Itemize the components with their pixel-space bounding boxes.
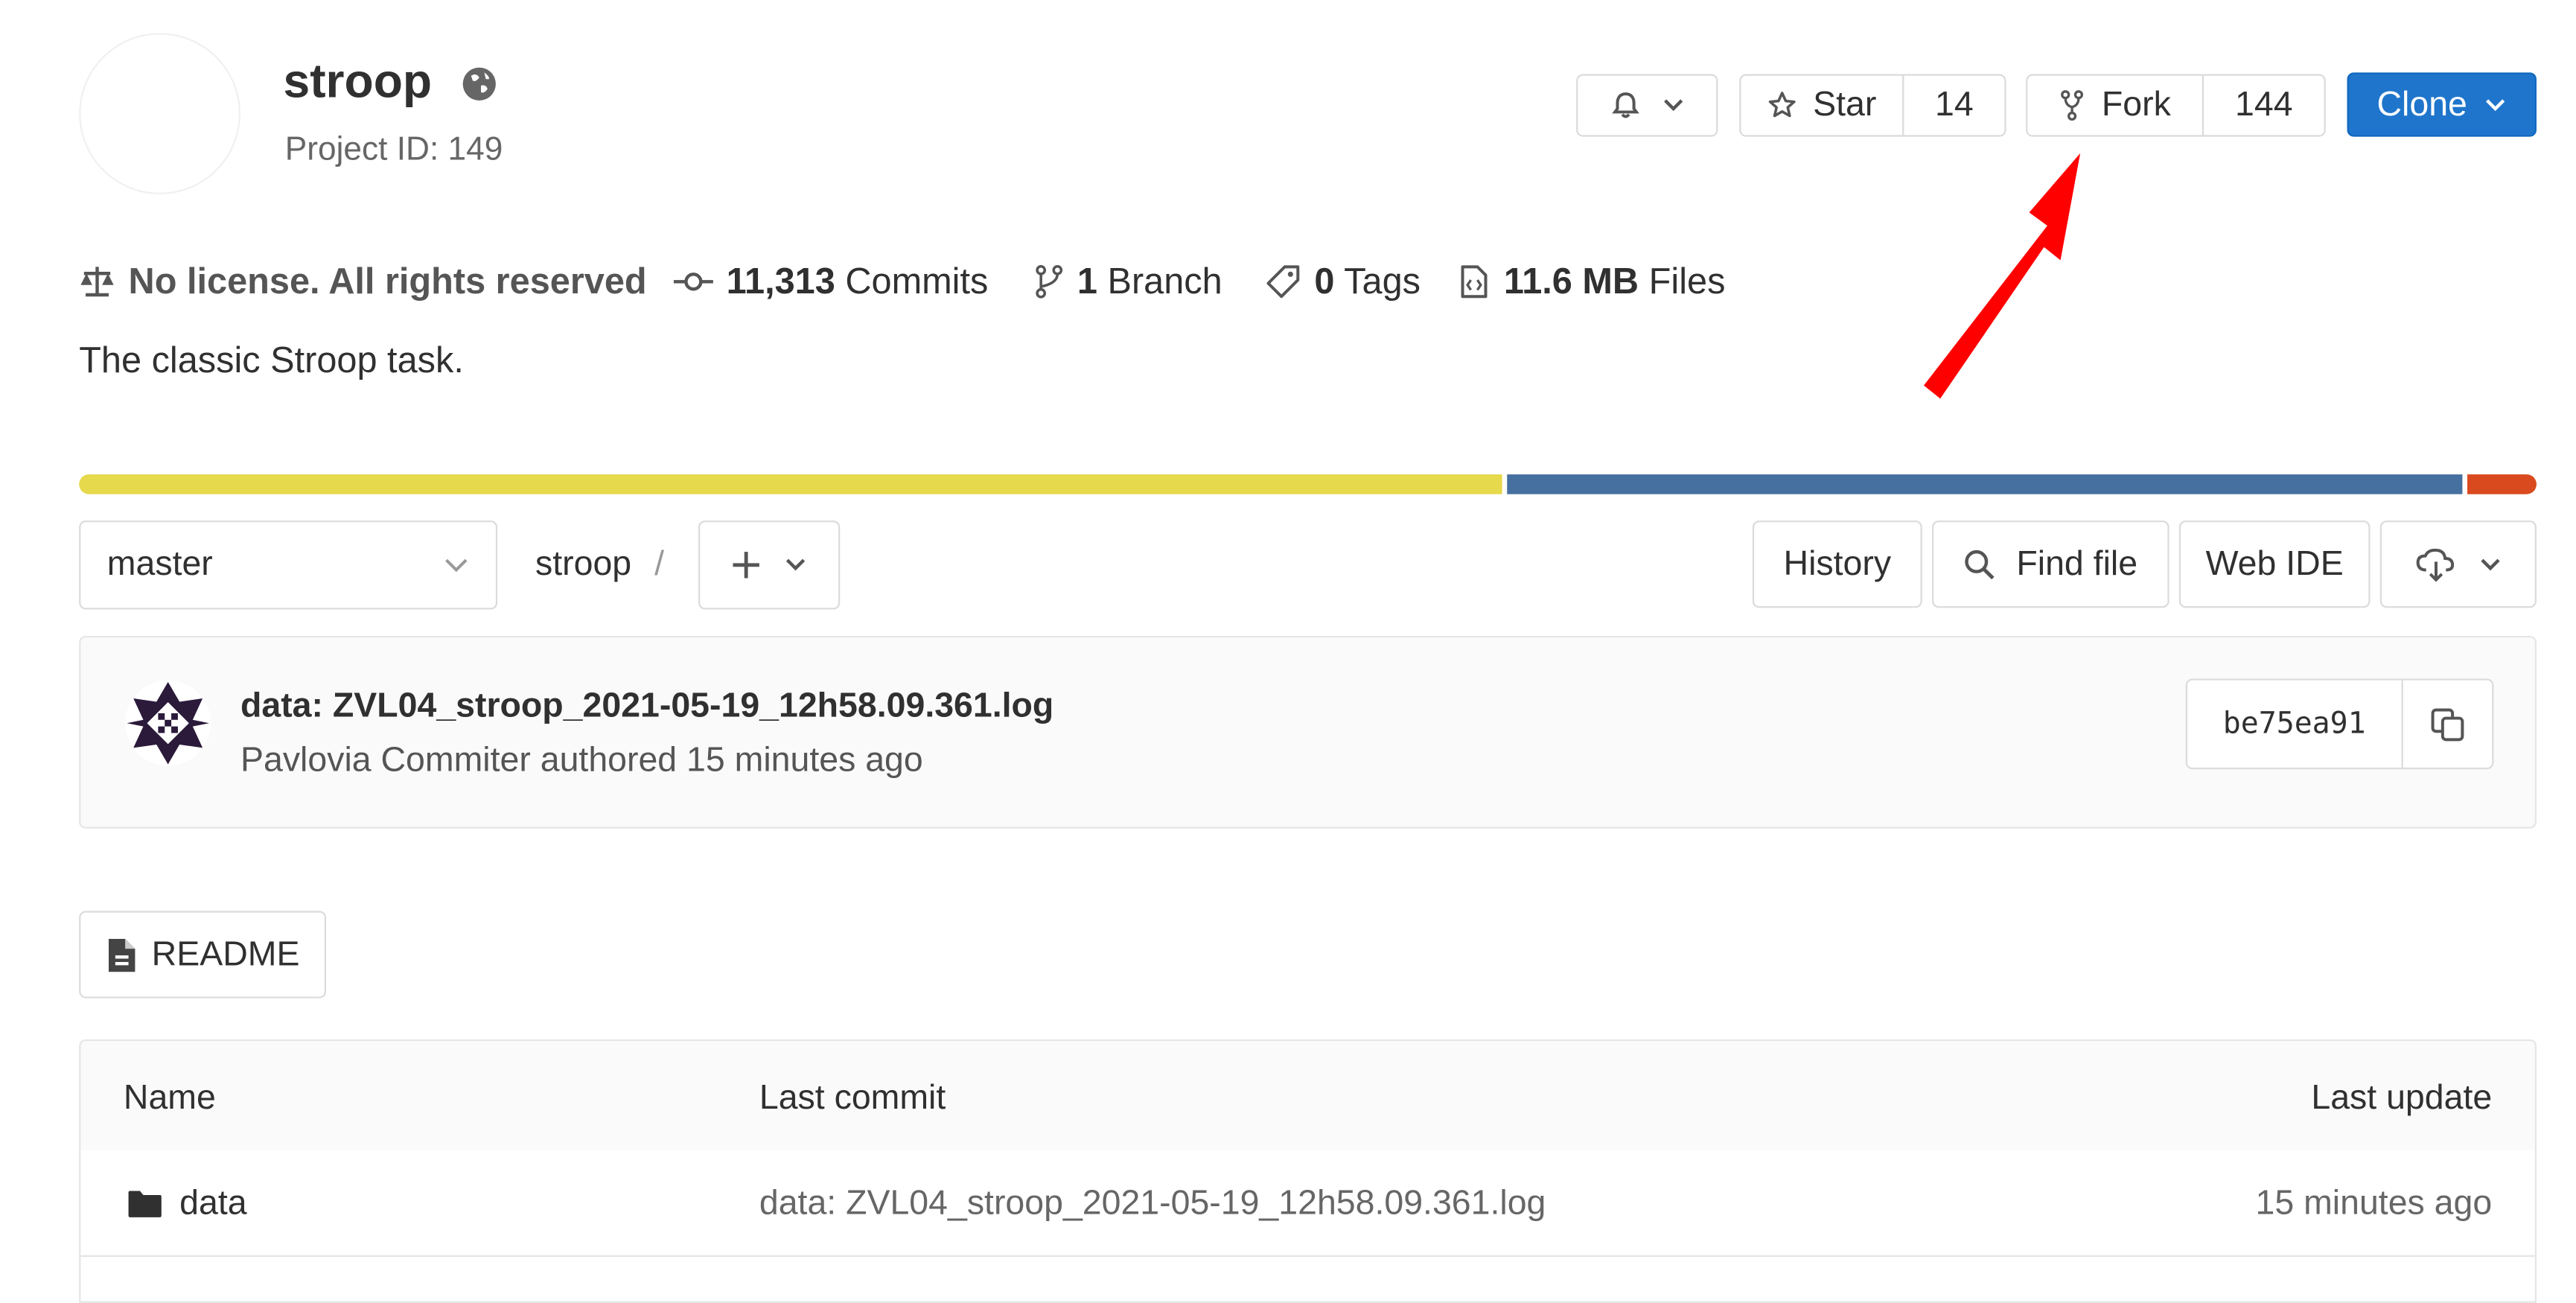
branch-count: 1 (1077, 260, 1097, 302)
globe-icon (462, 65, 498, 101)
chevron-down-icon (2478, 556, 2501, 573)
copy-sha-button[interactable] (2403, 681, 2492, 768)
file-code-icon (1458, 264, 1491, 300)
plus-icon (731, 550, 761, 580)
scale-icon (79, 264, 115, 300)
chevron-down-icon (443, 557, 469, 573)
fork-label: Fork (2101, 86, 2171, 124)
table-header (80, 1041, 2535, 1152)
branch-select[interactable]: master (79, 520, 498, 610)
bell-icon (1609, 89, 1642, 121)
breadcrumb-root[interactable]: stroop (535, 545, 631, 584)
tags-count: 0 (1314, 260, 1335, 302)
files-link[interactable]: 11.6 MB Files (1458, 255, 1726, 308)
find-file-button[interactable]: Find file (1932, 520, 2169, 608)
chevron-down-icon (2484, 96, 2507, 112)
add-to-tree-dropdown[interactable] (698, 520, 841, 610)
branch-label: Branch (1107, 260, 1222, 302)
license-text: No license. All rights reserved (128, 260, 647, 302)
annotation-arrow (1894, 145, 2108, 409)
search-icon (1964, 548, 1997, 581)
license-link[interactable]: No license. All rights reserved (79, 255, 647, 308)
download-dropdown[interactable] (2379, 520, 2537, 608)
branches-link[interactable]: 1 Branch (1034, 255, 1222, 308)
star-icon (1767, 91, 1796, 121)
file-tree-table (79, 1039, 2537, 1303)
clone-label: Clone (2376, 84, 2467, 123)
column-header-last-commit: Last commit (759, 1079, 946, 1117)
branch-select-value: master (106, 545, 213, 584)
last-commit-panel (79, 635, 2537, 829)
notification-dropdown[interactable] (1576, 74, 1718, 137)
tags-link[interactable]: 0 Tags (1265, 255, 1421, 308)
project-description: The classic Stroop task. (79, 339, 464, 381)
column-header-last-update: Last update (2311, 1079, 2493, 1117)
language-segment[interactable] (79, 474, 1502, 494)
commits-label: Commits (845, 260, 989, 302)
fork-count[interactable]: 144 (2202, 74, 2326, 137)
language-segment[interactable] (2467, 474, 2537, 494)
files-size: 11.6 MB (1503, 260, 1639, 302)
project-id: Project ID: 149 (284, 131, 503, 168)
commit-icon (673, 270, 713, 293)
project-title[interactable]: stroop (284, 56, 433, 110)
star-button[interactable]: Star (1739, 74, 1904, 137)
history-button[interactable]: History (1752, 520, 1922, 608)
file-last-commit[interactable]: data: ZVL04_stroop_2021-05-19_12h58.09.3… (759, 1185, 1546, 1224)
commit-author-line: Pavlovia Commiter authored 15 minutes ag… (240, 741, 923, 780)
tag-icon (1265, 264, 1301, 300)
fork-button[interactable]: Fork (2026, 74, 2204, 137)
copy-icon (2429, 706, 2466, 742)
chevron-down-icon (1662, 98, 1685, 114)
commit-author-avatar[interactable] (124, 678, 212, 767)
readme-button[interactable]: README (79, 911, 327, 998)
document-icon (106, 937, 138, 973)
project-avatar (79, 33, 240, 195)
branch-icon (1034, 264, 1064, 300)
web-ide-button[interactable]: Web IDE (2178, 520, 2371, 608)
clone-button[interactable]: Clone (2347, 72, 2537, 137)
commit-sha[interactable]: be75ea91 (2187, 680, 2403, 768)
file-name[interactable]: data (179, 1185, 246, 1224)
repository-language-bar (79, 474, 2537, 494)
commits-count: 11,313 (726, 260, 835, 302)
tags-label: Tags (1344, 260, 1421, 302)
readme-label: README (151, 934, 300, 973)
breadcrumb-separator: / (654, 545, 665, 584)
file-last-update: 15 minutes ago (2255, 1184, 2493, 1223)
commit-message[interactable]: data: ZVL04_stroop_2021-05-19_12h58.09.3… (240, 687, 1053, 727)
chevron-down-icon (784, 557, 807, 573)
find-file-label: Find file (2016, 544, 2138, 583)
column-header-name[interactable]: Name (124, 1079, 216, 1118)
folder-icon (127, 1189, 163, 1219)
download-cloud-icon (2415, 547, 2455, 581)
star-label: Star (1813, 86, 1877, 124)
commit-sha-group: be75ea91 (2185, 678, 2494, 770)
fork-icon (2059, 89, 2085, 121)
commits-link[interactable]: 11,313 Commits (673, 255, 989, 308)
star-count[interactable]: 14 (1902, 74, 2006, 137)
language-segment[interactable] (1507, 474, 2463, 494)
files-label: Files (1648, 260, 1726, 302)
